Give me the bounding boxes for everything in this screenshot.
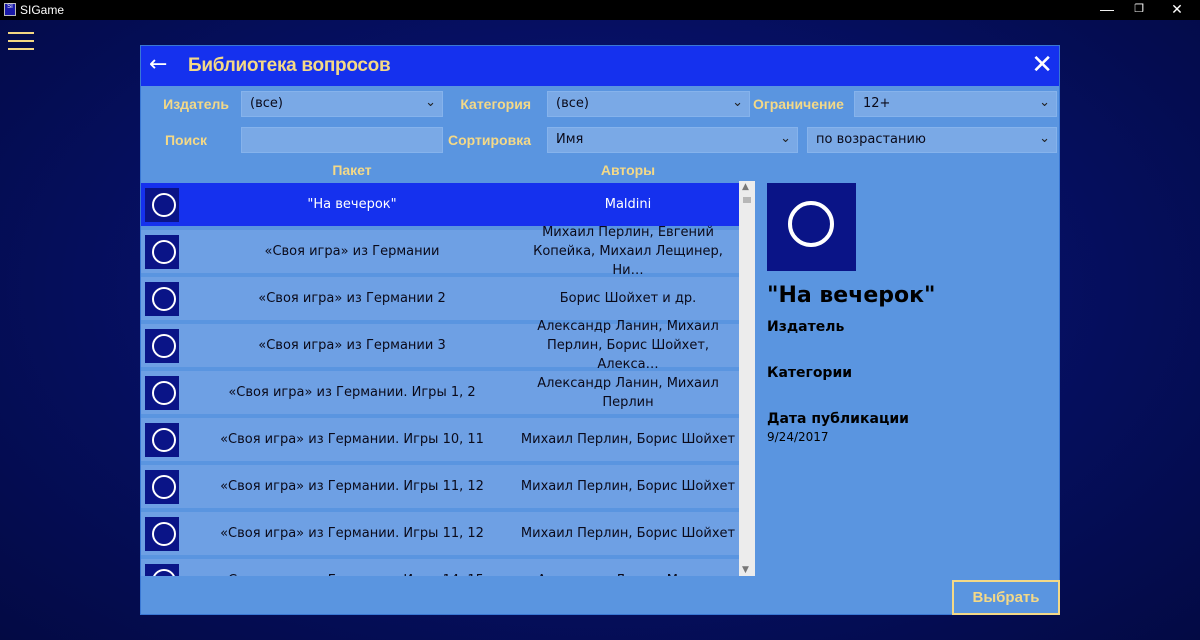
chevron-down-icon: ⌄: [780, 131, 791, 146]
package-authors: Михаил Перлин, Борис Шойхет: [520, 526, 736, 541]
app-icon: SI: [4, 3, 16, 16]
package-authors: Михаил Перлин, Борис Шойхет: [520, 432, 736, 447]
table-row[interactable]: «Своя игра» из Германии. Игры 11, 12 Мих…: [141, 512, 739, 555]
package-logo-icon: [767, 183, 856, 271]
package-name: «Своя игра» из Германии 3: [258, 337, 446, 353]
window-close-button[interactable]: ✕: [1154, 0, 1200, 20]
chevron-down-icon: ⌄: [1039, 131, 1050, 146]
sort-label: Сортировка: [448, 132, 531, 148]
package-authors: Александр Ланин, Михаил Перлин: [537, 375, 719, 410]
window-title: SIGame: [20, 3, 65, 17]
publisher-label: Издатель: [163, 96, 229, 112]
library-dialog: ← Библиотека вопросов ✕ Издатель (все) ⌄…: [140, 45, 1060, 615]
sort-order-select[interactable]: по возрастанию ⌄: [807, 127, 1057, 153]
publisher-select-value: (все): [250, 96, 283, 111]
package-authors: Александр Ланин, Михаил Перлин, Борис Шо…: [537, 319, 719, 372]
sort-order-value: по возрастанию: [816, 132, 926, 147]
package-question-icon: [145, 376, 179, 410]
package-question-icon: [145, 282, 179, 316]
package-question-icon: [145, 235, 179, 269]
category-select-value: (все): [556, 96, 589, 111]
package-name: «Своя игра» из Германии. Игры 11, 12: [220, 478, 484, 494]
choose-button[interactable]: Выбрать: [952, 580, 1060, 615]
package-question-icon: [145, 329, 179, 363]
table-row[interactable]: «Своя игра» из Германии. Игры 1, 2 Алекс…: [141, 371, 739, 414]
chevron-down-icon: ⌄: [732, 95, 743, 110]
restriction-select[interactable]: 12+ ⌄: [854, 91, 1057, 117]
table-row[interactable]: «Своя игра» из Германии. Игры 11, 12 Мих…: [141, 465, 739, 508]
category-select[interactable]: (все) ⌄: [547, 91, 750, 117]
package-name: «Своя игра» из Германии. Игры 1, 2: [228, 384, 476, 400]
table-row[interactable]: «Своя игра» из Германии. Игры 10, 11 Мих…: [141, 418, 739, 461]
package-question-icon: [145, 517, 179, 551]
scroll-up-icon[interactable]: ▲: [742, 182, 749, 192]
package-name: «Своя игра» из Германии: [264, 243, 440, 259]
table-row[interactable]: «Своя игра» из Германии 3 Александр Лани…: [141, 319, 739, 372]
detail-date-label: Дата публикации: [767, 411, 909, 427]
package-name: «Своя игра» из Германии. Игры 14, 15: [181, 559, 523, 577]
chevron-down-icon: ⌄: [425, 95, 436, 110]
package-name: "На вечерок": [307, 196, 397, 212]
detail-date-value: 9/24/2017: [767, 430, 829, 444]
package-authors: Михаил Перлин, Борис Шойхет: [520, 479, 736, 494]
package-question-icon: [145, 470, 179, 504]
package-question-icon: [145, 188, 179, 222]
close-icon[interactable]: ✕: [1031, 50, 1053, 80]
search-label: Поиск: [164, 132, 207, 148]
sort-field-value: Имя: [556, 132, 584, 147]
table-row[interactable]: «Своя игра» из Германии. Игры 14, 15 Але…: [141, 559, 739, 576]
package-authors: Михаил Перлин, Евгений Копейка, Михаил Л…: [533, 225, 723, 278]
publisher-select[interactable]: (все) ⌄: [241, 91, 443, 117]
scroll-down-icon[interactable]: ▼: [742, 565, 749, 575]
dialog-header: ← Библиотека вопросов ✕: [141, 46, 1059, 86]
package-question-icon: [145, 423, 179, 457]
category-label: Категория: [460, 96, 531, 112]
detail-package-title: "На вечерок": [767, 283, 936, 308]
back-arrow-icon[interactable]: ←: [149, 52, 167, 77]
column-header-authors[interactable]: Авторы: [519, 162, 737, 178]
table-row[interactable]: «Своя игра» из Германии 2 Борис Шойхет и…: [141, 277, 739, 320]
package-authors: Maldini: [604, 197, 652, 212]
package-list: "На вечерок" Maldini «Своя игра» из Герм…: [141, 181, 739, 576]
search-input[interactable]: [241, 127, 443, 153]
dialog-title: Библиотека вопросов: [188, 55, 391, 76]
restriction-label: Ограничение: [753, 96, 844, 112]
package-name: «Своя игра» из Германии. Игры 11, 12: [220, 525, 484, 541]
detail-categories-label: Категории: [767, 365, 853, 381]
restriction-select-value: 12+: [863, 96, 891, 111]
package-name: «Своя игра» из Германии 2: [258, 290, 446, 306]
table-row[interactable]: "На вечерок" Maldini: [141, 183, 739, 226]
table-row[interactable]: «Своя игра» из Германии Михаил Перлин, Е…: [141, 225, 739, 278]
list-scrollbar[interactable]: ▲ ▼: [739, 181, 755, 576]
chevron-down-icon: ⌄: [1039, 95, 1050, 110]
package-name: «Своя игра» из Германии. Игры 10, 11: [220, 431, 484, 447]
package-question-icon: [145, 564, 179, 576]
package-authors: Александр Ланин, Михаил: [519, 559, 737, 576]
scrollbar-thumb[interactable]: [743, 197, 751, 203]
column-header-package[interactable]: Пакет: [181, 162, 523, 178]
package-authors: Борис Шойхет и др.: [559, 291, 697, 306]
detail-publisher-label: Издатель: [767, 319, 845, 335]
hamburger-menu-icon[interactable]: [8, 32, 34, 52]
window-titlebar: SI SIGame — ❐ ✕: [0, 0, 1200, 20]
sort-field-select[interactable]: Имя ⌄: [547, 127, 798, 153]
